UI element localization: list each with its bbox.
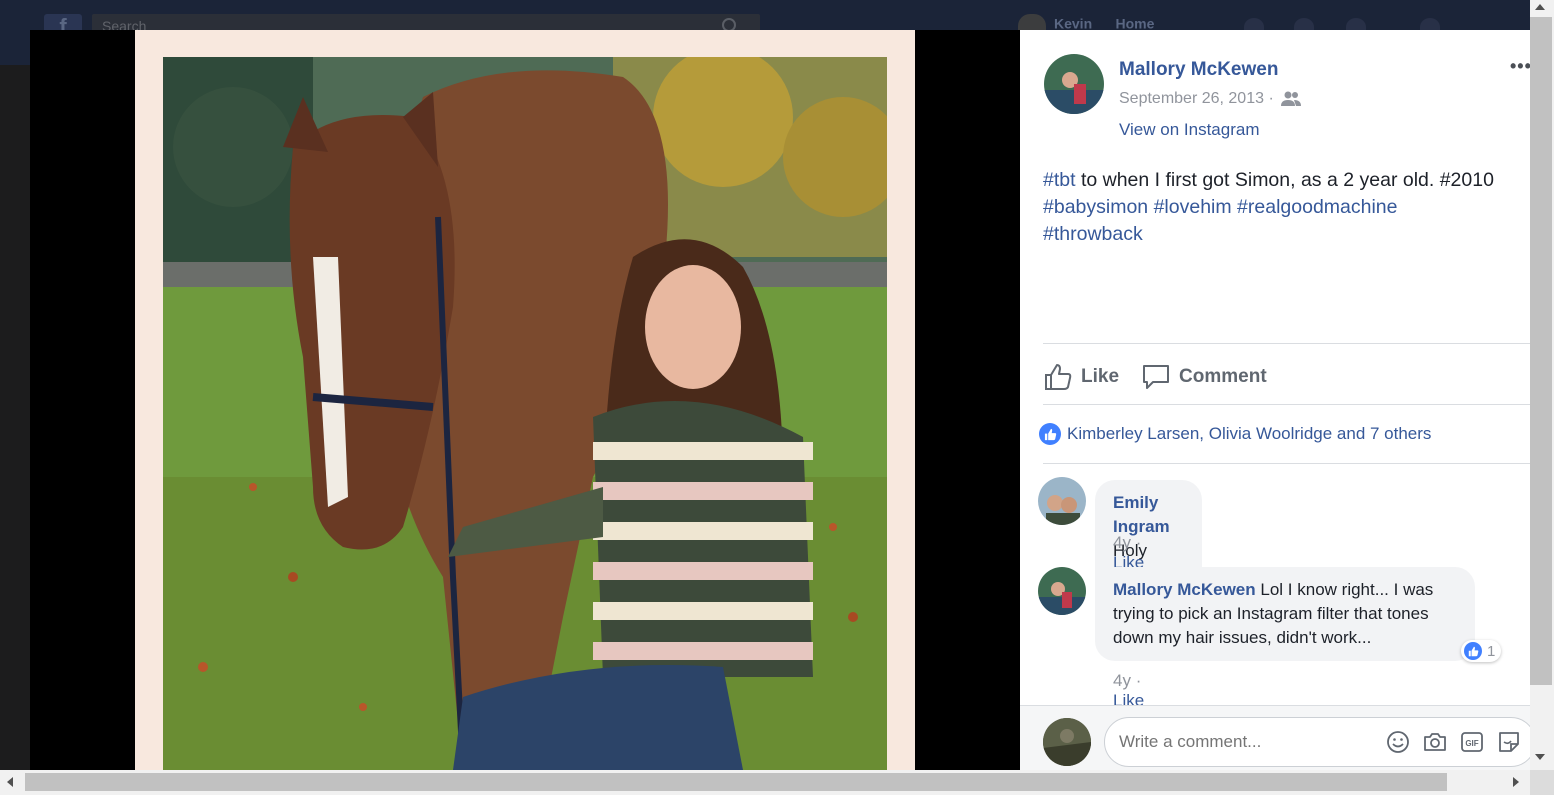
scroll-down-arrow-icon[interactable] — [1535, 754, 1545, 760]
divider — [1043, 343, 1530, 344]
caption-text: to when I first got Simon, as a 2 year o… — [1075, 169, 1494, 191]
comment-reaction-count[interactable]: 1 — [1461, 640, 1502, 662]
girl-with-horse-image — [163, 57, 887, 770]
post-author-name[interactable]: Mallory McKewen — [1119, 59, 1278, 81]
camera-icon[interactable] — [1423, 730, 1447, 754]
page-backdrop — [0, 65, 30, 795]
post-details-panel: Mallory McKewen ••• September 26, 2013 ·… — [1020, 30, 1530, 770]
scroll-up-arrow-icon[interactable] — [1535, 4, 1545, 10]
like-label: Like — [1081, 366, 1120, 387]
gif-icon[interactable]: GIF — [1460, 730, 1484, 754]
reaction-names[interactable]: Kimberley Larsen, Olivia Woolridge and 7… — [1067, 424, 1431, 444]
svg-text:GIF: GIF — [1465, 739, 1478, 748]
thumbs-up-icon — [1045, 364, 1072, 390]
post-actions: Like Comment — [1043, 357, 1267, 397]
comment-text-line: down my hair issues, didn't work... — [1113, 628, 1372, 647]
comment-bubble: Mallory McKewen Lol I know right... I wa… — [1095, 567, 1475, 661]
divider — [1043, 463, 1530, 464]
commenter-avatar[interactable] — [1038, 567, 1086, 615]
scroll-right-arrow-icon[interactable] — [1513, 777, 1519, 787]
author-avatar[interactable] — [1044, 54, 1104, 114]
comment-author[interactable]: Emily Ingram — [1113, 493, 1170, 536]
reaction-summary[interactable]: Kimberley Larsen, Olivia Woolridge and 7… — [1039, 423, 1431, 445]
comment-label: Comment — [1179, 366, 1267, 387]
divider — [1043, 404, 1530, 405]
comment-time[interactable]: 4y — [1113, 671, 1131, 690]
scroll-left-arrow-icon[interactable] — [7, 777, 13, 787]
friends-icon — [1280, 91, 1301, 106]
comment-button[interactable]: Comment — [1141, 362, 1267, 392]
hashtag-link[interactable]: #tbt — [1043, 169, 1076, 191]
hashtag-link[interactable]: #lovehim — [1154, 196, 1232, 218]
reaction-count-value: 1 — [1487, 642, 1496, 660]
composer-icons: GIF — [1386, 730, 1521, 754]
post-meta: September 26, 2013 · — [1119, 90, 1302, 108]
like-reaction-icon — [1039, 423, 1061, 445]
comment-text-line: Lol I know right... I was — [1260, 580, 1434, 599]
emoji-icon[interactable] — [1386, 730, 1410, 754]
hashtag-link[interactable]: #throwback — [1043, 223, 1143, 245]
current-user-avatar — [1043, 718, 1091, 766]
comment-time[interactable]: 4y — [1113, 533, 1131, 552]
horizontal-scrollbar-thumb[interactable] — [25, 773, 1447, 791]
like-button[interactable]: Like — [1043, 362, 1119, 392]
speech-bubble-icon — [1143, 365, 1170, 389]
photo-stage[interactable] — [30, 30, 1020, 770]
view-on-instagram-link[interactable]: View on Instagram — [1119, 120, 1259, 140]
vertical-scrollbar-thumb[interactable] — [1530, 17, 1552, 685]
hashtag-link[interactable]: #babysimon — [1043, 196, 1148, 218]
comment-text-line: trying to pick an Instagram filter that … — [1113, 604, 1429, 623]
comment-composer: GIF — [1020, 705, 1530, 770]
comment-author[interactable]: Mallory McKewen — [1113, 580, 1256, 599]
commenter-avatar[interactable] — [1038, 477, 1086, 525]
like-reaction-icon — [1464, 642, 1482, 660]
more-options-icon[interactable]: ••• — [1510, 56, 1530, 77]
photo-frame — [135, 30, 915, 770]
scrollbar-corner — [1530, 770, 1554, 795]
sticker-icon[interactable] — [1497, 730, 1521, 754]
post-date[interactable]: September 26, 2013 · — [1119, 90, 1274, 108]
post-caption: #tbt to when I first got Simon, as a 2 y… — [1043, 167, 1530, 248]
hashtag-link[interactable]: #realgoodmachine — [1237, 196, 1397, 218]
post-photo[interactable] — [163, 57, 887, 770]
